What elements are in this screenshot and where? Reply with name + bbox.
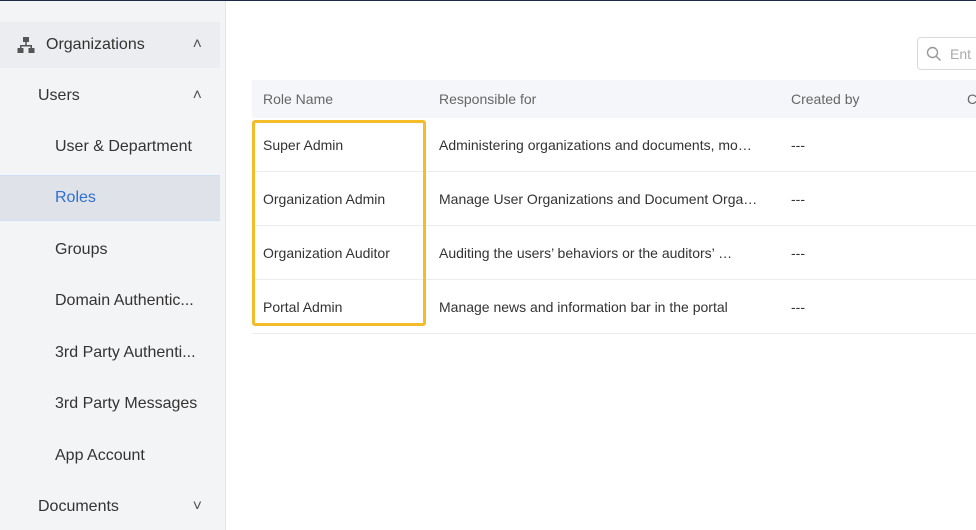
role-name-cell[interactable]: Organization Admin bbox=[263, 172, 423, 225]
sidebar-item-label: Roles bbox=[55, 189, 96, 206]
sidebar-item-label: Domain Authentic... bbox=[55, 292, 194, 309]
sidebar-item-roles[interactable]: Roles bbox=[0, 175, 220, 221]
sidebar-item-groups[interactable]: Groups bbox=[0, 227, 220, 273]
sidebar-item-label: Organizations bbox=[46, 36, 145, 53]
responsible-for-cell: Administering organizations and document… bbox=[439, 136, 752, 153]
main-content: Role Name Responsible for Created by C S… bbox=[227, 1, 976, 530]
created-by-cell: --- bbox=[791, 244, 805, 261]
search-input[interactable] bbox=[948, 44, 976, 63]
created-by-cell: --- bbox=[791, 298, 805, 315]
role-name-cell[interactable]: Super Admin bbox=[263, 118, 423, 171]
table-row[interactable]: Super Admin Administering organizations … bbox=[252, 118, 976, 172]
sidebar-item-users[interactable]: Users ˄ bbox=[0, 73, 220, 119]
column-header-responsible-for[interactable]: Responsible for bbox=[439, 80, 779, 118]
created-by-cell: --- bbox=[791, 136, 805, 153]
role-name-cell[interactable]: Portal Admin bbox=[263, 280, 423, 333]
search-icon bbox=[926, 46, 941, 61]
chevron-up-icon[interactable]: ˄ bbox=[193, 22, 202, 68]
sidebar-item-organizations[interactable]: Organizations ˄ bbox=[0, 22, 220, 68]
chevron-down-icon[interactable]: ˅ bbox=[193, 484, 202, 530]
sidebar-item-label: 3rd Party Authenti... bbox=[55, 344, 196, 361]
chevron-up-icon[interactable]: ˄ bbox=[193, 73, 202, 119]
role-name-cell[interactable]: Organization Auditor bbox=[263, 226, 423, 279]
sidebar-item-domain-authentication[interactable]: Domain Authentic... bbox=[0, 278, 220, 324]
sidebar-item-label: Groups bbox=[55, 241, 108, 258]
sidebar-item-label: Documents bbox=[38, 498, 119, 515]
responsible-for-cell: Manage User Organizations and Document O… bbox=[439, 190, 758, 207]
sidebar-item-app-account[interactable]: App Account bbox=[0, 433, 220, 479]
sidebar-item-label: App Account bbox=[55, 447, 145, 464]
table-row[interactable]: Portal Admin Manage news and information… bbox=[252, 280, 976, 334]
roles-table: Role Name Responsible for Created by C S… bbox=[252, 80, 976, 334]
responsible-for-cell: Manage news and information bar in the p… bbox=[439, 298, 728, 315]
column-header-truncated[interactable]: C bbox=[967, 80, 976, 118]
column-header-role-name[interactable]: Role Name bbox=[263, 80, 423, 118]
table-row[interactable]: Organization Admin Manage User Organizat… bbox=[252, 172, 976, 226]
sidebar-item-user-department[interactable]: User & Department bbox=[0, 124, 220, 170]
organization-tree-icon bbox=[17, 37, 35, 53]
sidebar-item-3rd-party-messages[interactable]: 3rd Party Messages bbox=[0, 381, 220, 427]
table-row[interactable]: Organization Auditor Auditing the users’… bbox=[252, 226, 976, 280]
sidebar-item-documents[interactable]: Documents ˅ bbox=[0, 484, 220, 530]
sidebar: Organizations ˄ Users ˄ User & Departmen… bbox=[0, 1, 226, 530]
table-header: Role Name Responsible for Created by C bbox=[252, 80, 976, 118]
sidebar-item-label: User & Department bbox=[55, 138, 192, 155]
created-by-cell: --- bbox=[791, 190, 805, 207]
sidebar-item-label: Users bbox=[38, 87, 80, 104]
column-header-created-by[interactable]: Created by bbox=[791, 80, 951, 118]
responsible-for-cell: Auditing the users’ behaviors or the aud… bbox=[439, 244, 733, 261]
search-box[interactable] bbox=[917, 37, 976, 70]
sidebar-item-3rd-party-authentication[interactable]: 3rd Party Authenti... bbox=[0, 330, 220, 376]
sidebar-item-label: 3rd Party Messages bbox=[55, 395, 198, 412]
